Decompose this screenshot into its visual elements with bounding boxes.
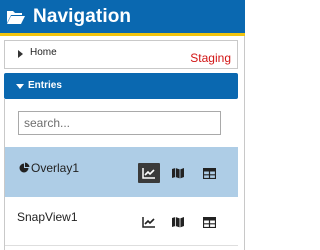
table-view-button[interactable]	[198, 212, 220, 232]
chart-view-button[interactable]	[138, 163, 160, 183]
map-view-button[interactable]	[167, 212, 189, 232]
map-icon	[172, 168, 184, 179]
folder-open-icon	[6, 8, 28, 26]
list-item-snapview1[interactable]: SnapView1	[5, 198, 238, 246]
home-link[interactable]: Home Staging	[4, 40, 238, 69]
navigation-header: Navigation	[0, 0, 245, 36]
list-item-label: Overlay1	[31, 161, 80, 175]
staging-badge: Staging	[190, 51, 231, 65]
caret-down-icon	[16, 84, 24, 89]
table-view-button[interactable]	[198, 163, 220, 183]
line-chart-icon	[142, 217, 155, 228]
search-input[interactable]	[18, 111, 221, 135]
entries-section-toggle[interactable]: Entries	[4, 73, 238, 99]
list-item-label: SnapView1	[17, 210, 78, 224]
pie-chart-icon	[19, 160, 30, 173]
entries-label: Entries	[28, 80, 62, 91]
home-label: Home	[30, 47, 57, 58]
navigation-panel: Navigation Home Staging Entries Overlay1	[0, 0, 245, 250]
table-icon	[202, 167, 216, 179]
caret-right-icon	[18, 50, 23, 58]
list-item-overlay1[interactable]: Overlay1	[5, 147, 238, 197]
chart-view-button[interactable]	[138, 212, 160, 232]
line-chart-icon	[142, 168, 155, 179]
table-icon	[202, 216, 216, 228]
navigation-title: Navigation	[33, 5, 132, 27]
map-icon	[172, 217, 184, 228]
map-view-button[interactable]	[167, 163, 189, 183]
